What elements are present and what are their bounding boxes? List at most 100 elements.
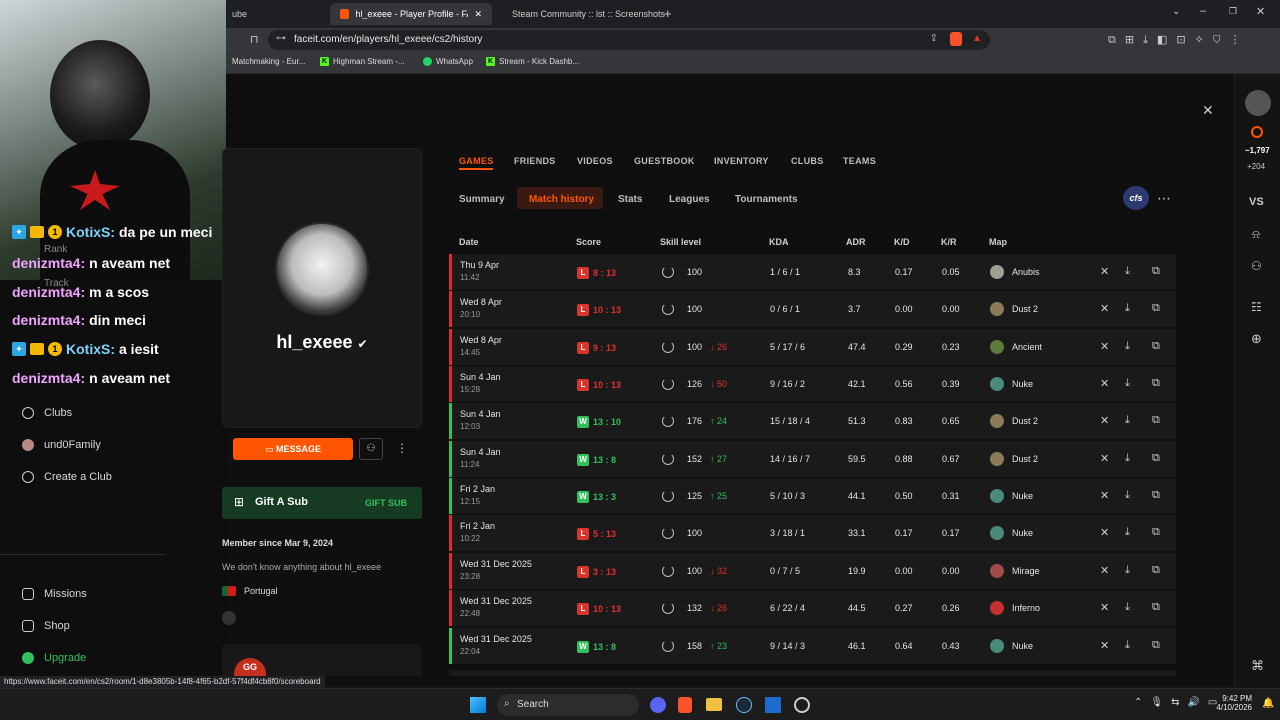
hide-icon[interactable]: ✕: [1100, 414, 1109, 427]
steam-icon[interactable]: [736, 697, 752, 713]
more-horizontal-icon[interactable]: ⋯: [1157, 190, 1171, 207]
sidebar-item-club[interactable]: und0Family: [22, 439, 101, 451]
sidebar-item-create-club[interactable]: Create a Club: [22, 471, 112, 483]
hide-icon[interactable]: ✕: [1100, 639, 1109, 652]
subtab-tournaments[interactable]: Tournaments: [735, 194, 798, 205]
download-icon[interactable]: ⤓: [1125, 340, 1130, 353]
close-modal-button[interactable]: ✕: [1202, 102, 1214, 119]
external-link-icon[interactable]: ⧉: [1152, 639, 1160, 652]
external-link-icon[interactable]: ⧉: [1152, 340, 1160, 353]
subtab-summary[interactable]: Summary: [459, 194, 505, 205]
steam-link-icon[interactable]: [222, 611, 236, 625]
download-icon[interactable]: ⤓: [1125, 302, 1130, 315]
gift-sub-banner[interactable]: ⊞ Gift A Sub GIFT SUB: [222, 487, 422, 519]
avatar[interactable]: [1245, 90, 1271, 116]
hide-icon[interactable]: ✕: [1100, 302, 1109, 315]
new-tab-button[interactable]: +: [664, 6, 672, 21]
sidebar-item-missions[interactable]: Missions: [22, 588, 87, 600]
table-row[interactable]: Wed 31 Dec 2025 22:04 W 13 : 8 158 ↑ 23 9 / 14…: [449, 627, 1176, 664]
brave-shield-icon[interactable]: [950, 32, 962, 46]
tab-videos[interactable]: VIDEOS: [577, 156, 613, 166]
bookmark-icon[interactable]: ⊓: [250, 33, 259, 46]
bookmark-item[interactable]: WhatsApp: [423, 57, 473, 66]
table-row[interactable]: Wed 31 Dec 2025 23:28 L 3 : 13 100 ↓ 32 0 / 7 …: [449, 552, 1176, 589]
external-link-icon[interactable]: ⧉: [1152, 377, 1160, 390]
site-info-icon[interactable]: ⊶: [276, 33, 286, 44]
search-input[interactable]: ⌕ Search: [497, 694, 639, 716]
external-link-icon[interactable]: ⧉: [1152, 302, 1160, 315]
brave-icon[interactable]: [678, 697, 692, 713]
subtab-match-history[interactable]: Match history: [529, 194, 594, 205]
table-row[interactable]: Wed 31 Dec 2025 22:48 L 10 : 13 132 ↓ 26 6 / 2…: [449, 590, 1176, 627]
external-link-icon[interactable]: ⧉: [1152, 489, 1160, 502]
download-icon[interactable]: ⤓: [1125, 601, 1130, 614]
table-row[interactable]: Fri 2 Jan 12:15 W 13 : 3 125 ↑ 25 5 / 10 / 3 44…: [449, 478, 1176, 515]
sidebar-item-clubs[interactable]: Clubs: [22, 407, 72, 419]
table-row[interactable]: Fri 2 Jan 10:22 L 5 : 13 100 3 / 18 / 1 33.1 0.…: [449, 515, 1176, 552]
table-row[interactable]: Sun 4 Jan 11:24 W 13 : 8 152 ↑ 27 14 / 16 / 7 5…: [449, 440, 1176, 477]
table-row[interactable]: Thu 9 Apr 11:42 L 8 : 13 100 1 / 6 / 1 8.3 0.17…: [449, 254, 1176, 290]
add-friend-button[interactable]: ⚇: [359, 438, 383, 460]
chat-icon[interactable]: ⌘: [1251, 658, 1264, 674]
external-link-icon[interactable]: ⧉: [1152, 564, 1160, 577]
subtab-stats[interactable]: Stats: [618, 194, 642, 205]
hide-icon[interactable]: ✕: [1100, 564, 1109, 577]
brave-rewards-icon[interactable]: ▲: [972, 33, 982, 44]
tab-steam[interactable]: Steam Community :: lst :: Screenshots: [496, 3, 666, 25]
app-icon[interactable]: [765, 697, 781, 713]
external-link-icon[interactable]: ⧉: [1152, 265, 1160, 278]
gift-sub-button[interactable]: GIFT SUB: [365, 498, 407, 508]
download-icon[interactable]: ⤓: [1125, 414, 1130, 427]
windows-start-icon[interactable]: [470, 697, 486, 713]
toolbar-icons[interactable]: ⧉⊞⤓◧⊡✧⛉⋮: [1108, 33, 1250, 47]
hide-icon[interactable]: ✕: [1100, 601, 1109, 614]
notification-icon[interactable]: 🔔: [1262, 698, 1274, 709]
tab-friends[interactable]: FRIENDS: [514, 156, 556, 166]
table-row[interactable]: Wed 8 Apr 14:45 L 9 : 13 100 ↓ 26 5 / 17 / 6 47…: [449, 328, 1176, 365]
bookmark-item[interactable]: K Highman Stream -...: [320, 57, 405, 66]
tab-youtube[interactable]: ube: [222, 3, 257, 25]
more-options-icon[interactable]: ⋮: [396, 441, 408, 455]
external-link-icon[interactable]: ⧉: [1152, 601, 1160, 614]
hide-icon[interactable]: ✕: [1100, 340, 1109, 353]
external-link-icon[interactable]: ⧉: [1152, 452, 1160, 465]
close-window-button[interactable]: ✕: [1256, 5, 1265, 18]
close-icon[interactable]: ✕: [474, 9, 482, 20]
minimize-button[interactable]: –: [1200, 5, 1206, 17]
hide-icon[interactable]: ✕: [1100, 377, 1109, 390]
add-circle-icon[interactable]: ⊕: [1251, 331, 1262, 347]
subtab-leagues[interactable]: Leagues: [669, 194, 710, 205]
party-icon[interactable]: ☷: [1251, 300, 1262, 314]
message-button[interactable]: ▭ MESSAGE: [233, 438, 353, 460]
tab-games[interactable]: GAMES: [459, 156, 494, 166]
download-icon[interactable]: ⤓: [1125, 377, 1130, 390]
download-icon[interactable]: ⤓: [1125, 452, 1130, 465]
hide-icon[interactable]: ✕: [1100, 526, 1109, 539]
sidebar-item-shop[interactable]: Shop: [22, 620, 70, 632]
table-row[interactable]: Sun 4 Jan 15:28 L 10 : 13 126 ↓ 50 9 / 16 / 2 4…: [449, 366, 1176, 403]
bookmark-item[interactable]: Matchmaking - Eur...: [232, 57, 305, 66]
tab-inventory[interactable]: INVENTORY: [714, 156, 769, 166]
maximize-button[interactable]: ❐: [1229, 6, 1237, 17]
bookmark-item[interactable]: K Stream - Kick Dashb...: [486, 57, 579, 66]
discord-icon[interactable]: [650, 697, 666, 713]
download-icon[interactable]: ⤓: [1125, 265, 1130, 278]
download-icon[interactable]: ⤓: [1125, 564, 1130, 577]
tab-clubs[interactable]: CLUBS: [791, 156, 824, 166]
clock[interactable]: 9:42 PM 4/10/2026: [1210, 694, 1252, 712]
address-bar[interactable]: ⊶ faceit.com/en/players/hl_exeee/cs2/his…: [268, 30, 990, 50]
folder-icon[interactable]: [706, 698, 722, 711]
vs-button[interactable]: VS: [1249, 196, 1264, 208]
hide-icon[interactable]: ✕: [1100, 452, 1109, 465]
friends-icon[interactable]: ⚇: [1251, 259, 1262, 273]
download-icon[interactable]: ⤓: [1125, 526, 1130, 539]
cfs-badge[interactable]: cfs: [1123, 186, 1149, 210]
chevron-down-icon[interactable]: ⌄: [1172, 6, 1180, 17]
bell-icon[interactable]: ⍾: [1252, 227, 1260, 242]
download-icon[interactable]: ⤓: [1125, 639, 1130, 652]
tab-teams[interactable]: TEAMS: [843, 156, 876, 166]
hide-icon[interactable]: ✕: [1100, 489, 1109, 502]
external-link-icon[interactable]: ⧉: [1152, 414, 1160, 427]
obs-icon[interactable]: [794, 697, 810, 713]
table-row[interactable]: Wed 8 Apr 20:10 L 10 : 13 100 0 / 6 / 1 3.7 0.0…: [449, 291, 1176, 328]
